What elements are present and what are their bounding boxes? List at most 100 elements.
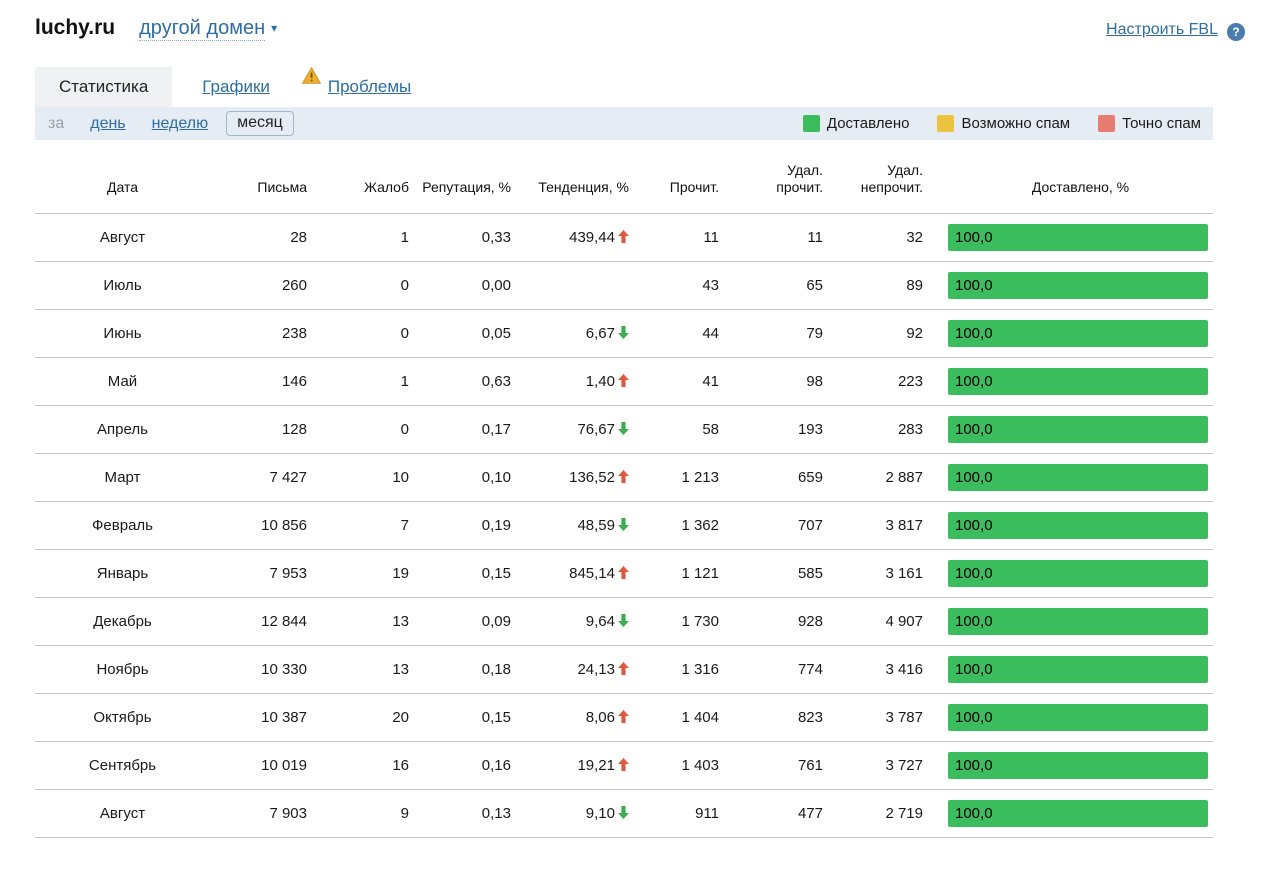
table-row: Октябрь 10 387 20 0,15 8,06 1 404 823 3 787 100,… — [35, 693, 1213, 742]
delivered-bar: 100,0 — [948, 560, 1208, 587]
period-option-day[interactable]: день — [90, 115, 125, 133]
col-header-trend: Тенденция, % — [538, 179, 629, 195]
delivered-bar: 100,0 — [948, 512, 1208, 539]
trend-down-icon — [618, 326, 629, 339]
cell-deleted-read: 761 — [797, 757, 823, 774]
trend-value: 845,14 — [569, 565, 615, 582]
cell-deleted-unread: 3 416 — [885, 661, 923, 678]
cell-read: 43 — [702, 277, 719, 294]
cell-complaints: 10 — [392, 469, 409, 486]
cell-complaints: 9 — [400, 805, 409, 822]
cell-trend: 1,40 — [511, 358, 629, 406]
tab-statistics[interactable]: Статистика — [35, 67, 173, 107]
cell-reputation: 0,05 — [481, 325, 511, 342]
cell-letters: 7 953 — [269, 565, 307, 582]
trend-up-icon — [618, 230, 629, 243]
cell-deleted-read: 823 — [797, 709, 823, 726]
cell-deleted-read: 193 — [797, 421, 823, 438]
trend-up-icon — [618, 710, 629, 723]
trend-up-icon — [618, 662, 629, 675]
cell-letters: 10 330 — [261, 661, 307, 678]
cell-read: 41 — [702, 373, 719, 390]
trend-up-icon — [618, 758, 629, 771]
table-row: Март 7 427 10 0,10 136,52 1 213 659 2 887 100,0 — [35, 453, 1213, 502]
cell-trend: 8,06 — [511, 694, 629, 742]
cell-reputation: 0,18 — [481, 661, 511, 678]
legend-label: Доставлено — [826, 115, 910, 132]
legend-label: Точно спам — [1122, 115, 1201, 132]
period-filter-bar: за день неделю месяц Доставлено Возможно … — [35, 107, 1213, 140]
domain-title: luchy.ru — [35, 16, 116, 39]
cell-letters: 10 019 — [261, 757, 307, 774]
cell-delivered: 100,0 — [923, 502, 1213, 550]
cell-date: Июль — [103, 277, 142, 294]
trend-value: 6,67 — [585, 325, 615, 342]
cell-date: Октябрь — [93, 709, 152, 726]
tab-problems[interactable]: Проблемы — [328, 67, 411, 107]
cell-delivered: 100,0 — [923, 262, 1213, 310]
cell-complaints: 13 — [392, 661, 409, 678]
cell-delivered: 100,0 — [923, 358, 1213, 406]
cell-read: 44 — [702, 325, 719, 342]
cell-letters: 238 — [281, 325, 307, 342]
legend-label: Возможно спам — [961, 115, 1071, 132]
cell-read: 1 403 — [681, 757, 719, 774]
delivered-bar: 100,0 — [948, 704, 1208, 731]
cell-read: 1 404 — [681, 709, 719, 726]
cell-complaints: 13 — [392, 613, 409, 630]
delivered-bar: 100,0 — [948, 656, 1208, 683]
cell-delivered: 100,0 — [923, 406, 1213, 454]
cell-date: Апрель — [97, 421, 148, 438]
cell-deleted-unread: 2 719 — [885, 805, 923, 822]
legend-item: Доставлено — [802, 115, 910, 132]
cell-complaints: 16 — [392, 757, 409, 774]
period-prefix-label: за — [48, 114, 65, 132]
trend-value: 9,64 — [585, 613, 615, 630]
cell-delivered: 100,0 — [923, 310, 1213, 358]
help-icon[interactable]: ? — [1227, 23, 1245, 41]
table-row: Декабрь 12 844 13 0,09 9,64 1 730 928 4 907 100,… — [35, 597, 1213, 646]
trend-value: 8,06 — [585, 709, 615, 726]
tab-bar: Статистика Графики Проблемы — [35, 67, 1280, 107]
period-option-week[interactable]: неделю — [152, 115, 208, 133]
cell-deleted-read: 98 — [806, 373, 823, 390]
cell-deleted-unread: 4 907 — [885, 613, 923, 630]
trend-value: 76,67 — [577, 421, 615, 438]
cell-deleted-unread: 2 887 — [885, 469, 923, 486]
table-row: Февраль 10 856 7 0,19 48,59 1 362 707 3 817 100,… — [35, 501, 1213, 550]
table-row: Август 28 1 0,33 439,44 11 11 32 100,0 — [35, 213, 1213, 262]
cell-reputation: 0,19 — [481, 517, 511, 534]
table-row: Июль 260 0 0,00 43 65 89 100,0 — [35, 261, 1213, 310]
legend-item: Возможно спам — [937, 115, 1070, 132]
cell-read: 1 730 — [681, 613, 719, 630]
cell-reputation: 0,16 — [481, 757, 511, 774]
trend-up-icon — [618, 374, 629, 387]
cell-delivered: 100,0 — [923, 550, 1213, 598]
cell-date: Ноябрь — [96, 661, 149, 678]
delivered-bar: 100,0 — [948, 752, 1208, 779]
tab-charts[interactable]: Графики — [202, 67, 270, 107]
table-row: Ноябрь 10 330 13 0,18 24,13 1 316 774 3 416 100,… — [35, 645, 1213, 694]
fbl-settings-link[interactable]: Настроить FBL — [1106, 21, 1218, 39]
table-row: Май 146 1 0,63 1,40 41 98 223 100,0 — [35, 357, 1213, 406]
cell-read: 1 316 — [681, 661, 719, 678]
cell-reputation: 0,00 — [481, 277, 511, 294]
legend: Доставлено Возможно спам Точно спам — [775, 115, 1201, 132]
other-domain-link[interactable]: другой домен — [139, 17, 266, 41]
cell-trend: 136,52 — [511, 454, 629, 502]
cell-deleted-unread: 3 817 — [885, 517, 923, 534]
cell-date: Сентябрь — [88, 757, 157, 774]
cell-letters: 146 — [281, 373, 307, 390]
trend-value: 136,52 — [569, 469, 615, 486]
cell-reputation: 0,15 — [481, 709, 511, 726]
cell-complaints: 0 — [400, 277, 409, 294]
period-option-month-selected[interactable]: месяц — [226, 111, 294, 136]
col-header-deleted-read: Удал. прочит. — [776, 162, 823, 195]
cell-trend — [511, 262, 629, 310]
cell-date: Декабрь — [93, 613, 152, 630]
cell-delivered: 100,0 — [923, 742, 1213, 790]
legend-item: Точно спам — [1098, 115, 1201, 132]
cell-deleted-unread: 3 787 — [885, 709, 923, 726]
cell-letters: 7 427 — [269, 469, 307, 486]
trend-down-icon — [618, 422, 629, 435]
